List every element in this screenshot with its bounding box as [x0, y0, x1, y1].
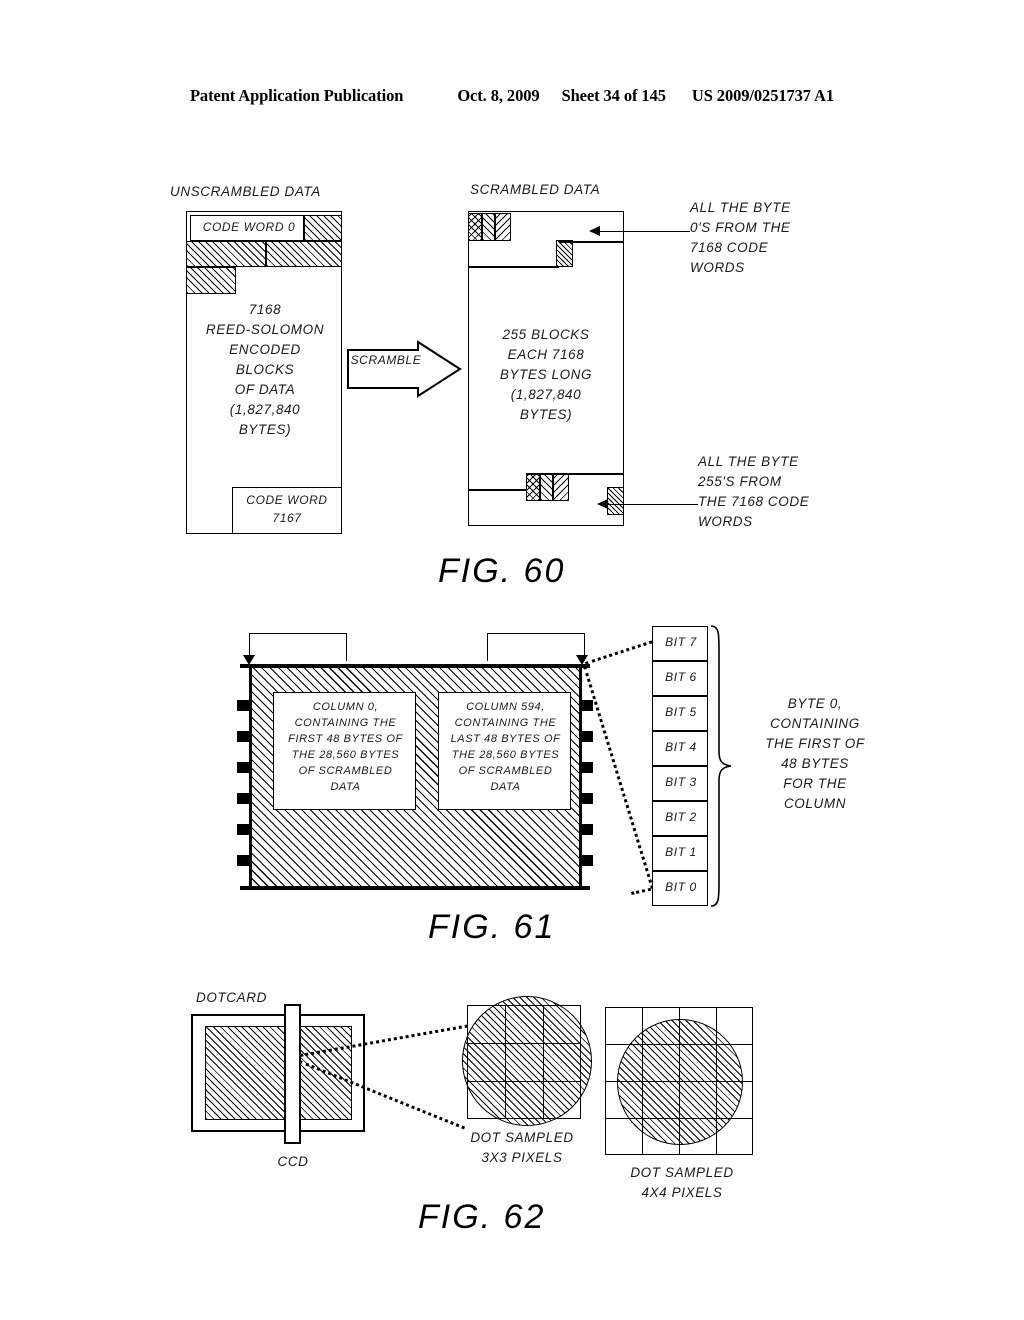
fig61-bit-cell-0: BIT 0	[652, 871, 708, 906]
fig60-row2-hatch-right	[266, 241, 342, 267]
fig61-top-tab-right	[487, 633, 585, 661]
fig61-tick-left-6	[237, 855, 249, 866]
fig61-column-594-text: COLUMN 594, CONTAINING THE LAST 48 BYTES…	[450, 701, 561, 793]
fig61-tick-right-6	[581, 855, 593, 866]
fig60-scrambled-step-line-bottom	[468, 489, 527, 491]
fig62-ccd-bar	[284, 1004, 301, 1144]
fig60-code-word-0-label: CODE WORD 0	[202, 220, 296, 234]
fig61-leader-top	[585, 640, 653, 665]
fig61-bit-label-5: BIT 5	[665, 705, 697, 719]
fig60-scrambled-small-hatch-bottom	[607, 487, 624, 515]
fig60-scrambled-step-line-top	[468, 266, 559, 268]
fig62-sample-3x3-label: DOT SAMPLED 3X3 PIXELS	[470, 1130, 574, 1165]
fig60-scramble-label: SCRAMBLE	[350, 353, 422, 367]
fig61-bit-label-4: BIT 4	[665, 740, 697, 754]
fig61-slab-bottom-edge	[240, 886, 590, 890]
fig61-bit-cell-3: BIT 3	[652, 766, 708, 801]
fig61-slab-top-edge	[240, 664, 590, 668]
fig61-bit-label-6: BIT 6	[665, 670, 697, 684]
fig62-dot-4x4	[617, 1019, 743, 1145]
fig60-scrambled-top-hatch-cell-b	[495, 213, 511, 241]
fig61-tick-left-2	[237, 731, 249, 742]
fig62-ccd-label: CCD	[277, 1154, 309, 1169]
fig60-codeword0-hatch-cell	[304, 215, 342, 241]
fig61-bit-cell-6: BIT 6	[652, 661, 708, 696]
fig61-bit-cell-5: BIT 5	[652, 696, 708, 731]
fig61-leader-down	[583, 666, 654, 889]
fig61-tick-left-5	[237, 824, 249, 835]
fig61-bit-label-3: BIT 3	[665, 775, 697, 789]
fig61-bit-cell-4: BIT 4	[652, 731, 708, 766]
fig62-sample-4x4-label: DOT SAMPLED 4X4 PIXELS	[630, 1165, 734, 1200]
fig61-bit-cell-7: BIT 7	[652, 626, 708, 661]
fig61-column-0-box: COLUMN 0, CONTAINING THE FIRST 48 BYTES …	[273, 692, 416, 810]
fig61-tick-right-3	[581, 762, 593, 773]
fig61-bit-label-1: BIT 1	[665, 845, 697, 859]
fig61-tick-right-2	[581, 731, 593, 742]
fig62-dot-3x3	[462, 996, 592, 1126]
fig60-annotation-bottom-arrowhead	[597, 499, 608, 509]
fig61-top-tab-left	[249, 633, 347, 661]
fig61-tick-left-4	[237, 793, 249, 804]
fig61-bit-cell-1: BIT 1	[652, 836, 708, 871]
fig61-bit-label-2: BIT 2	[665, 810, 697, 824]
fig61-label: FIG. 61	[428, 908, 556, 946]
fig61-tick-left-1	[237, 700, 249, 711]
fig60-annotation-top-arrowhead	[589, 226, 600, 236]
fig60-scrambled-top-hatch-cell-a	[482, 213, 495, 241]
fig60-row3-hatch-cell	[186, 267, 236, 294]
publication-date: Oct. 8, 2009	[457, 86, 540, 105]
fig60-label: FIG. 60	[438, 552, 566, 590]
fig60-annotation-bottom-text: ALL THE BYTE 255'S FROM THE 7168 CODE WO…	[698, 454, 810, 529]
fig60-annotation-bottom-line	[608, 504, 698, 506]
publication-title: Patent Application Publication	[189, 86, 404, 105]
fig60-annotation-top-line	[600, 231, 690, 233]
fig60-scrambled-top-cross-cell	[468, 213, 482, 241]
fig60-scrambled-small-hatch-top	[556, 240, 573, 267]
fig60-code-word-7167-label: CODE WORD 7167	[246, 493, 328, 525]
fig61-bit-label-7: BIT 7	[665, 635, 697, 649]
fig61-tick-right-4	[581, 793, 593, 804]
fig61-byte-annotation: BYTE 0, CONTAINING THE FIRST OF 48 BYTES…	[765, 696, 865, 811]
patent-number: US 2009/0251737 A1	[691, 86, 835, 105]
fig61-tick-left-3	[237, 762, 249, 773]
fig61-tick-right-1	[581, 700, 593, 711]
fig60-unscrambled-caption: UNSCRAMBLED DATA	[170, 184, 321, 199]
fig60-scrambled-body-text: 255 BLOCKS EACH 7168 BYTES LONG (1,827,8…	[499, 327, 593, 422]
fig62-dotcard-label: DOTCARD	[196, 990, 267, 1005]
sheet-number: Sheet 34 of 145	[561, 86, 666, 105]
fig60-scrambled-bottom-cross-cell	[526, 473, 540, 501]
fig60-scrambled-caption: SCRAMBLED DATA	[470, 182, 601, 197]
fig61-column-594-box: COLUMN 594, CONTAINING THE LAST 48 BYTES…	[438, 692, 571, 810]
fig60-unscrambled-body-text: 7168 REED-SOLOMON ENCODED BLOCKS OF DATA…	[205, 302, 325, 437]
fig60-annotation-top-text: ALL THE BYTE 0'S FROM THE 7168 CODE WORD…	[690, 200, 791, 275]
fig61-bit-cell-2: BIT 2	[652, 801, 708, 836]
fig60-row2-hatch-left	[186, 241, 266, 267]
fig61-bit-label-0: BIT 0	[665, 880, 697, 894]
publication-header: Patent Application Publication Oct. 8, 2…	[0, 86, 1024, 106]
fig60-scrambled-bottom-hatch-cell-b	[553, 473, 569, 501]
fig62-label: FIG. 62	[418, 1198, 546, 1236]
fig61-tick-right-5	[581, 824, 593, 835]
fig61-column-0-text: COLUMN 0, CONTAINING THE FIRST 48 BYTES …	[288, 701, 403, 793]
fig60-scrambled-bottom-hatch-cell-a	[540, 473, 553, 501]
